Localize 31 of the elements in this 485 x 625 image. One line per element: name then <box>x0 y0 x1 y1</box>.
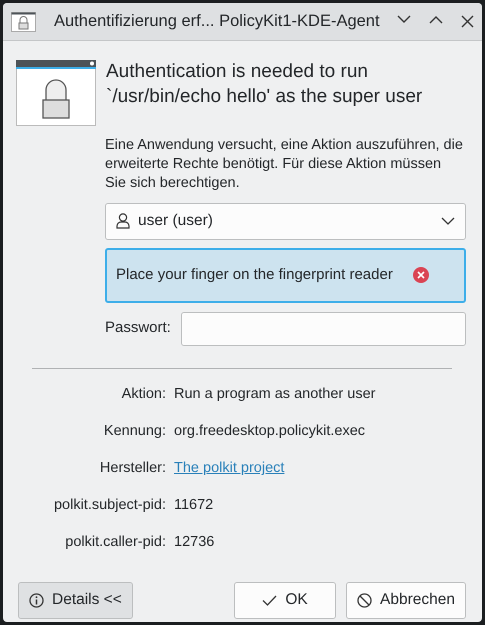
password-field[interactable] <box>180 312 466 346</box>
checkmark-icon <box>262 594 278 606</box>
maximize-icon[interactable] <box>429 15 443 24</box>
chevron-down-icon <box>441 217 455 226</box>
description: Eine Anwendung versucht, eine Aktion auszuführen, die erweiterte Rechte benötigt. Für diese Aktion müssen Sie sich berechtigen. <box>105 136 464 193</box>
ok-button[interactable]: OK <box>234 582 336 619</box>
window-title: Authentifizierung erf... PolicyKit1-KDE-Agent <box>54 11 380 32</box>
error-icon <box>412 267 429 284</box>
heading: Authentication is needed to run `/usr/bin/echo hello' as the super user <box>106 60 424 109</box>
detail-value: 12736 <box>174 533 214 552</box>
lock-icon <box>16 60 96 126</box>
detail-value: 11672 <box>174 496 214 516</box>
detail-label: Aktion: <box>120 385 166 404</box>
cancel-button[interactable]: Abbrechen <box>346 582 466 619</box>
detail-value: Run a program as another user <box>174 385 376 404</box>
user-dropdown[interactable]: user (user) <box>105 202 466 240</box>
password-label: Passwort: <box>105 318 171 338</box>
fingerprint-message: Place your finger on the fingerprint reader <box>116 264 393 285</box>
close-icon[interactable] <box>461 15 474 28</box>
detail-value: org.freedesktop.policykit.exec <box>174 422 366 442</box>
user-icon <box>116 213 130 230</box>
detail-label: polkit.caller-pid: <box>64 533 166 552</box>
details-button[interactable]: Details << <box>18 582 133 619</box>
vendor-link[interactable]: The polkit project <box>174 458 284 480</box>
detail-label: Kennung: <box>102 422 166 442</box>
minimize-icon[interactable] <box>397 15 411 24</box>
info-icon <box>29 592 44 608</box>
detail-label: polkit.subject-pid: <box>52 496 166 516</box>
detail-label: Hersteller: <box>98 459 166 478</box>
lock-icon <box>11 12 36 32</box>
cancel-icon <box>357 592 372 608</box>
